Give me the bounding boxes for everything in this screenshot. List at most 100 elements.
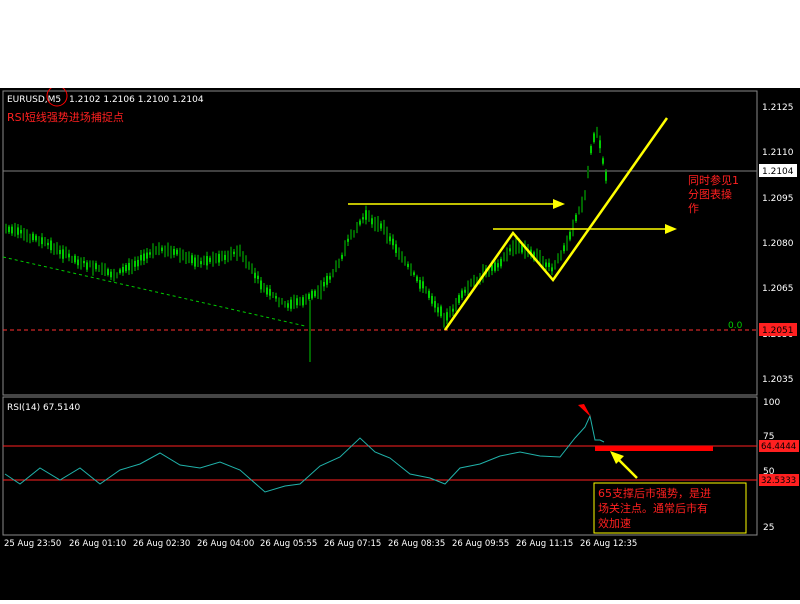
candle-body — [413, 272, 415, 275]
time-tick: 26 Aug 12:35 — [580, 539, 637, 549]
candle-body — [89, 262, 91, 266]
candle-body — [371, 218, 373, 225]
candle-body — [605, 171, 607, 181]
candle-body — [323, 282, 325, 287]
candle-body — [284, 302, 286, 306]
rsi-tick: 100 — [763, 398, 780, 408]
candle-body — [224, 254, 226, 260]
candle-body — [446, 312, 448, 321]
candle-body — [197, 256, 199, 266]
candle-body — [494, 262, 496, 271]
candle-body — [170, 247, 172, 257]
candle-body — [287, 303, 289, 308]
candle-body — [431, 295, 433, 304]
candle-body — [251, 265, 253, 273]
candle-body — [404, 258, 406, 264]
rsi-support-bar — [595, 446, 713, 451]
candle-body — [182, 252, 184, 258]
rsi-label: RSI(14) 67.5140 — [7, 403, 80, 413]
price-tick: 1.2110 — [762, 148, 794, 158]
candle-body — [68, 253, 70, 258]
candle-body — [425, 287, 427, 292]
candle-body — [602, 158, 604, 164]
candle-body — [53, 246, 55, 252]
candle-body — [245, 258, 247, 266]
candle-body — [563, 245, 565, 252]
candle-body — [95, 263, 97, 270]
price-candles — [5, 126, 607, 362]
rsi-note-line-3: 效加速 — [598, 516, 631, 530]
candle-body — [230, 249, 232, 259]
chart-window[interactable]: EURUSD,M5 1.2102 1.2106 1.2100 1.2104 RS… — [0, 85, 800, 600]
rsi-note-line-2: 场关注点。通常后市有 — [598, 501, 708, 515]
candle-body — [320, 284, 322, 295]
price-axis: 1.2125 1.2110 1.2095 1.2080 1.2065 1.205… — [762, 103, 794, 385]
candle-body — [134, 260, 136, 267]
candle-body — [110, 271, 112, 278]
title-annotation: RSI短线强势进场捕捉点 — [7, 110, 124, 124]
candle-body — [101, 264, 103, 273]
candle-body — [233, 251, 235, 255]
candle-body — [167, 245, 169, 254]
candle-body — [29, 236, 31, 241]
candle-body — [206, 256, 208, 266]
candle-body — [308, 293, 310, 300]
candle-body — [77, 259, 79, 266]
candle-body — [332, 270, 334, 276]
candle-body — [509, 248, 511, 252]
candle-body — [236, 248, 238, 258]
time-tick: 26 Aug 04:00 — [197, 539, 254, 549]
candle-body — [440, 306, 442, 317]
candle-body — [497, 263, 499, 268]
candle-body — [257, 275, 259, 280]
candle-body — [32, 233, 34, 241]
candle-body — [329, 276, 331, 280]
candle-body — [572, 224, 574, 232]
candle-body — [410, 267, 412, 273]
candle-body — [359, 220, 361, 225]
candle-body — [155, 248, 157, 253]
candle-body — [23, 232, 25, 236]
candle-body — [266, 287, 268, 295]
ohlc-label: 1.2102 1.2106 1.2100 1.2104 — [69, 95, 204, 105]
candle-body — [356, 225, 358, 230]
candle-body — [209, 257, 211, 262]
candle-body — [38, 239, 40, 244]
candle-body — [368, 212, 370, 220]
candle-body — [41, 237, 43, 245]
candle-body — [20, 229, 22, 234]
candle-body — [377, 220, 379, 228]
time-axis: 25 Aug 23:50 26 Aug 01:10 26 Aug 02:30 2… — [4, 539, 637, 549]
candle-body — [317, 289, 319, 295]
candle-body — [116, 274, 118, 277]
candle-body — [338, 262, 340, 265]
candle-body — [464, 289, 466, 293]
candle-body — [434, 301, 436, 308]
candle-body — [392, 238, 394, 246]
candle-body — [158, 243, 160, 254]
candle-body — [386, 230, 388, 240]
candle-body — [347, 238, 349, 242]
candle-body — [590, 146, 592, 154]
candle-body — [557, 254, 559, 262]
right-note-line-1: 同时参见1 — [688, 173, 739, 187]
candle-body — [467, 284, 469, 292]
candle-body — [311, 290, 313, 299]
candle-body — [587, 169, 589, 175]
candle-body — [512, 244, 514, 253]
yellow-arrow-1 — [348, 199, 565, 209]
candle-body — [593, 133, 595, 143]
candle-body — [200, 261, 202, 265]
candle-body — [56, 246, 58, 251]
candle-body — [566, 240, 568, 247]
candle-body — [191, 255, 193, 264]
right-note-line-2: 分图表操 — [688, 187, 732, 201]
candle-body — [365, 210, 367, 220]
candle-body — [599, 140, 601, 149]
chart-canvas[interactable]: EURUSD,M5 1.2102 1.2106 1.2100 1.2104 RS… — [0, 85, 800, 600]
candle-body — [374, 219, 376, 229]
candle-body — [419, 279, 421, 289]
candle-body — [212, 254, 214, 265]
candle-body — [146, 252, 148, 259]
candle-body — [344, 244, 346, 252]
